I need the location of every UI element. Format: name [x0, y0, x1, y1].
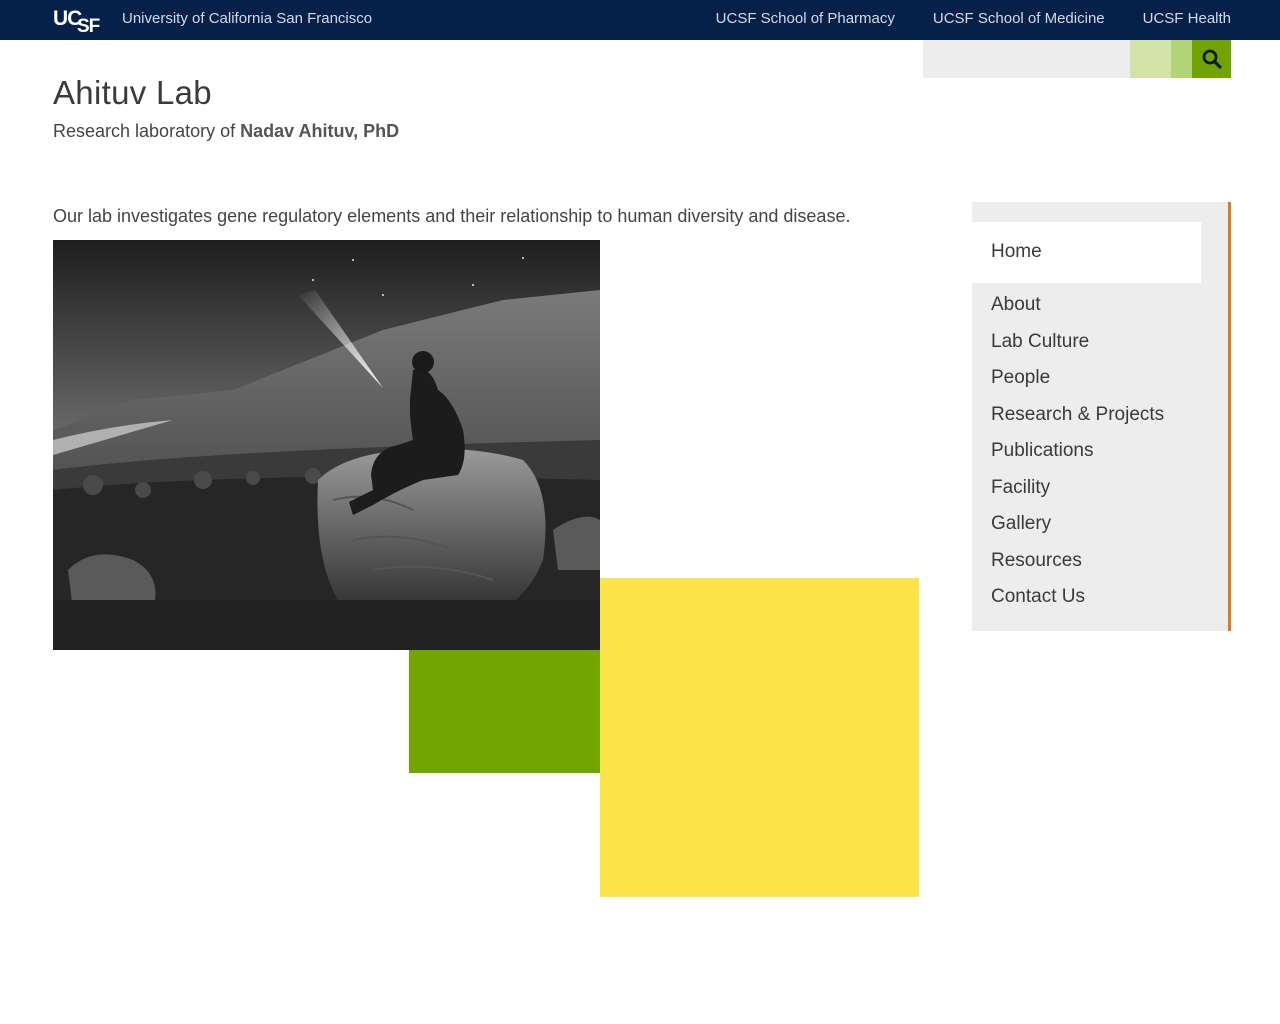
sidebar-item-people[interactable]: People	[991, 367, 1164, 404]
university-name[interactable]: University of California San Francisco	[122, 10, 372, 27]
search-button[interactable]	[1192, 40, 1231, 78]
link-school-of-medicine[interactable]: UCSF School of Medicine	[933, 10, 1105, 27]
site-subtitle: Research laboratory of Nadav Ahituv, PhD	[53, 121, 399, 142]
sidebar-item-about[interactable]: About	[991, 294, 1164, 331]
sidebar-item-facility[interactable]: Facility	[991, 477, 1164, 514]
sidebar-item-resources[interactable]: Resources	[991, 550, 1164, 587]
sidebar-item-label[interactable]: Facility	[991, 477, 1050, 498]
sidebar-item-label[interactable]: Contact Us	[991, 586, 1085, 607]
sidebar-item-label[interactable]: Gallery	[991, 513, 1051, 534]
link-school-of-pharmacy[interactable]: UCSF School of Pharmacy	[716, 10, 895, 27]
sidebar-item-label[interactable]: Research & Projects	[991, 404, 1164, 425]
sidebar-menu: About Lab Culture People Research & Proj…	[991, 294, 1164, 623]
sidebar-item-label[interactable]: People	[991, 367, 1050, 388]
search-stripe-mid	[1171, 40, 1192, 78]
subtitle-prefix: Research laboratory of	[53, 121, 236, 141]
sidebar-item-publications[interactable]: Publications	[991, 440, 1164, 477]
search-box	[923, 40, 1231, 78]
sidebar-item-research-projects[interactable]: Research & Projects	[991, 404, 1164, 441]
decorative-green-block	[409, 650, 600, 773]
sidebar-item-label[interactable]: Home	[991, 241, 1042, 263]
intro-text: Our lab investigates gene regulatory ele…	[53, 206, 851, 226]
top-bar: UC SF University of California San Franc…	[0, 0, 1280, 40]
sidebar-item-home[interactable]: Home	[972, 222, 1201, 283]
sidebar-item-label[interactable]: About	[991, 294, 1041, 315]
search-icon	[1202, 49, 1222, 69]
sidebar-item-gallery[interactable]: Gallery	[991, 513, 1164, 550]
site-title[interactable]: Ahituv Lab	[53, 74, 212, 112]
svg-text:SF: SF	[77, 16, 100, 33]
sidebar-item-label[interactable]: Publications	[991, 440, 1093, 461]
ucsf-logo[interactable]: UC SF	[53, 5, 105, 33]
decorative-yellow-block	[600, 578, 919, 897]
sidebar-item-label[interactable]: Lab Culture	[991, 331, 1089, 352]
hero-image	[53, 240, 600, 650]
search-stripe-light	[1130, 40, 1171, 78]
top-links: UCSF School of Pharmacy UCSF School of M…	[716, 10, 1231, 27]
sidebar-item-label[interactable]: Resources	[991, 550, 1082, 571]
sidebar-nav: Home About Lab Culture People Research &…	[972, 202, 1231, 631]
link-ucsf-health[interactable]: UCSF Health	[1143, 10, 1231, 27]
sidebar-item-contact-us[interactable]: Contact Us	[991, 586, 1164, 623]
subtitle-name: Nadav Ahituv, PhD	[240, 121, 400, 141]
sidebar-item-lab-culture[interactable]: Lab Culture	[991, 331, 1164, 368]
search-input[interactable]	[923, 40, 1130, 78]
